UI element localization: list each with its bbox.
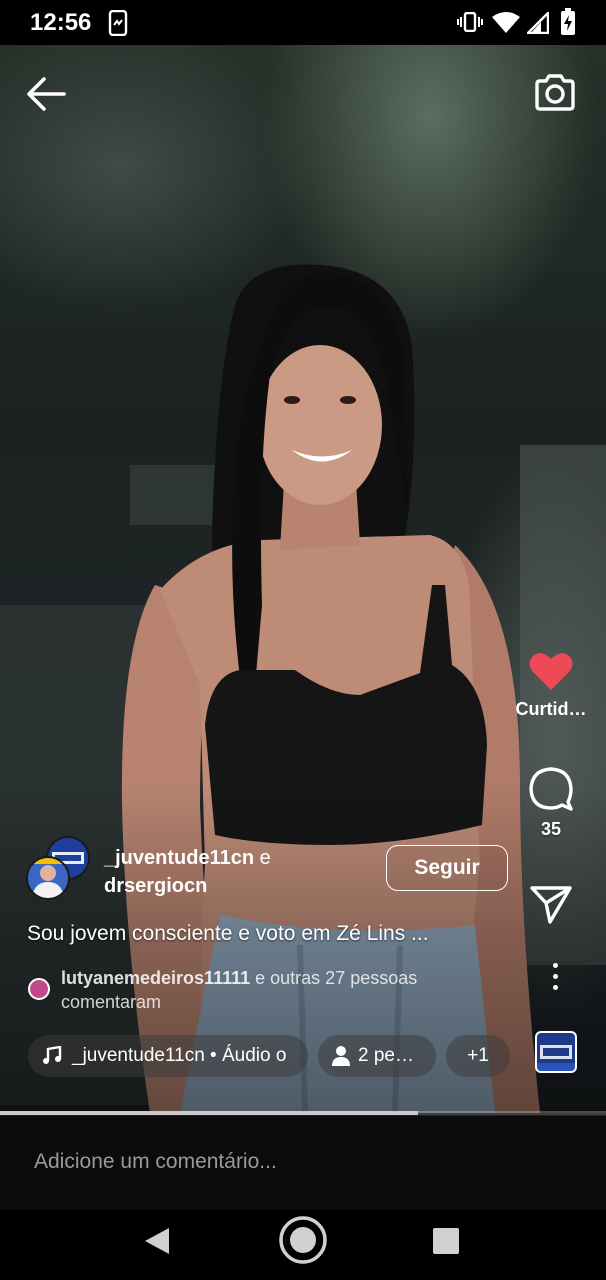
more-chips-button[interactable]: +1 <box>446 1035 510 1077</box>
comment-bubble-icon <box>529 767 573 811</box>
back-button[interactable] <box>24 74 68 114</box>
arrow-left-icon <box>27 77 66 111</box>
comment-bar: Adicione um comentário... <box>0 1115 606 1210</box>
send-icon <box>530 886 572 924</box>
owner-conjunction: e <box>259 847 271 869</box>
people-tags-chip[interactable]: 2 pe… <box>318 1035 436 1077</box>
commenters-text: lutyanemedeiros11111 e outras 27 pessoas… <box>61 966 417 1014</box>
vibrate-icon <box>457 12 483 32</box>
more-chips-label: +1 <box>467 1045 489 1066</box>
heart-filled-icon <box>529 653 573 690</box>
signal-icon <box>527 12 549 34</box>
commenter-avatar <box>28 978 50 1000</box>
system-nav-bar <box>0 1210 606 1280</box>
commenter-username: lutyanemedeiros11111 <box>61 968 251 988</box>
camera-icon <box>535 74 575 111</box>
status-bar: 12:56 <box>0 0 606 45</box>
reel-video[interactable] <box>0 45 606 1113</box>
audio-chip[interactable]: _juventude11cn • Áudio o <box>28 1035 308 1077</box>
audio-thumbnail[interactable] <box>535 1031 577 1073</box>
like-button[interactable]: Curtid… <box>496 650 606 720</box>
more-dot <box>553 974 558 979</box>
post-owner-row: _juventude11cn e drsergiocn Seguir <box>26 836 516 900</box>
audio-chip-label: _juventude11cn • Áudio o <box>72 1045 287 1066</box>
more-dot <box>553 985 558 990</box>
follow-button[interactable]: Seguir <box>386 845 508 891</box>
wifi-icon <box>492 12 520 33</box>
comment-button[interactable]: 35 <box>496 766 606 840</box>
commenters-line2: comentaram <box>61 992 162 1012</box>
audio-cover-image <box>537 1045 575 1071</box>
more-options-button[interactable] <box>544 960 568 996</box>
camera-button[interactable] <box>532 70 578 116</box>
person-icon <box>332 1046 350 1066</box>
comment-input[interactable]: Adicione um comentário... <box>34 1150 277 1174</box>
post-caption[interactable]: Sou jovem consciente e voto em Zé Lins .… <box>27 922 429 946</box>
like-label: Curtid… <box>515 699 587 719</box>
recents-square-icon[interactable] <box>432 1227 460 1255</box>
home-circle-icon[interactable] <box>278 1215 328 1265</box>
back-triangle-icon[interactable] <box>143 1226 171 1256</box>
music-note-icon <box>43 1046 62 1064</box>
owner-secondary-name[interactable]: drsergiocn <box>104 872 271 900</box>
status-time: 12:56 <box>30 9 92 36</box>
owner-primary-name[interactable]: _juventude11cn <box>104 847 254 869</box>
commenters-others: e outras 27 pessoas <box>250 968 418 988</box>
battery-charging-icon <box>561 8 575 35</box>
collab-avatars[interactable] <box>26 836 94 900</box>
avatar-drsergio <box>26 856 70 900</box>
people-chip-label: 2 pe… <box>358 1045 414 1066</box>
owner-names[interactable]: _juventude11cn e drsergiocn <box>104 844 271 900</box>
more-dot <box>553 963 558 968</box>
phone-sync-icon <box>108 10 128 36</box>
